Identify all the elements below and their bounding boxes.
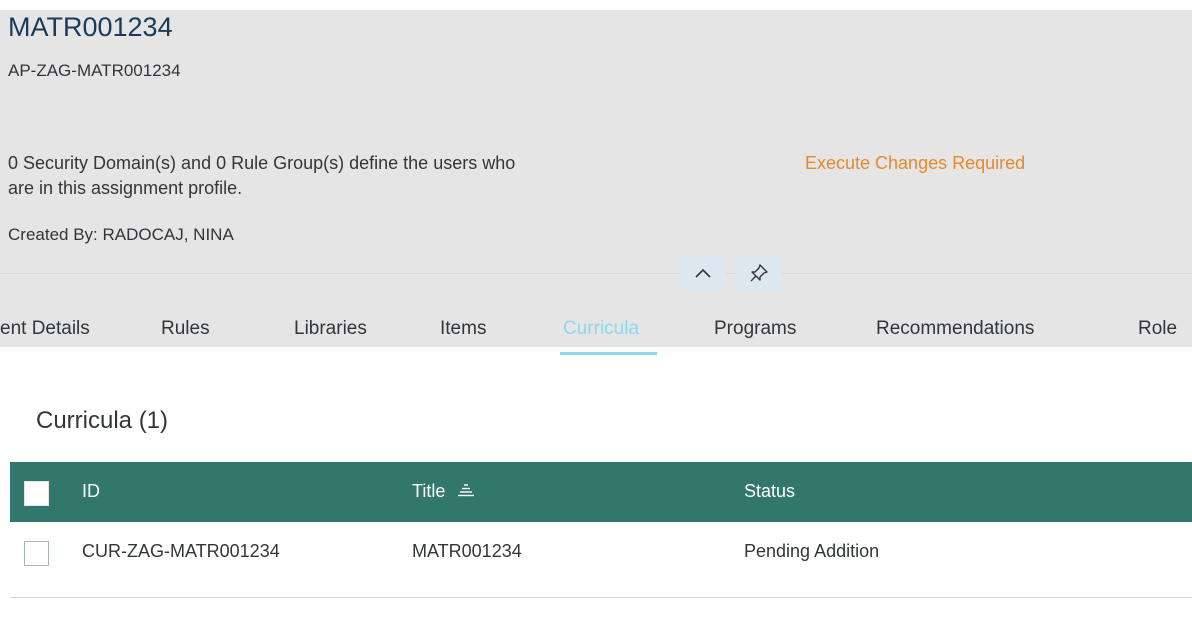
description-line-2: are in this assignment profile. bbox=[8, 178, 243, 198]
assignment-description: 0 Security Domain(s) and 0 Rule Group(s)… bbox=[8, 151, 728, 201]
tab-libraries[interactable]: Libraries bbox=[294, 318, 367, 340]
row-title: MATR001234 bbox=[412, 541, 522, 561]
column-header-title-label: Title bbox=[412, 481, 446, 501]
sort-icon[interactable] bbox=[458, 483, 475, 497]
created-by-text: Created By: RADOCAJ, NINA bbox=[8, 225, 234, 244]
active-tab-indicator bbox=[560, 352, 657, 355]
tab-programs[interactable]: Programs bbox=[714, 318, 796, 340]
table-header: ID Title Status bbox=[10, 462, 1192, 522]
pin-header-button[interactable] bbox=[736, 255, 782, 291]
header-divider bbox=[0, 273, 1192, 274]
table-row[interactable]: CUR-ZAG-MATR001234 MATR001234 Pending Ad… bbox=[10, 522, 1192, 580]
tab-assignment-details[interactable]: ent Details bbox=[0, 318, 90, 340]
tab-curricula[interactable]: Curricula bbox=[563, 318, 639, 340]
page: MATR001234 AP-ZAG-MATR001234 0 Security … bbox=[0, 0, 1192, 633]
object-header: MATR001234 AP-ZAG-MATR001234 0 Security … bbox=[0, 10, 1192, 355]
row-id: CUR-ZAG-MATR001234 bbox=[82, 541, 280, 561]
page-subtitle: AP-ZAG-MATR001234 bbox=[8, 61, 181, 80]
select-all-checkbox[interactable] bbox=[24, 481, 49, 506]
section-title: Curricula (1) bbox=[36, 407, 169, 434]
tab-recommendations[interactable]: Recommendations bbox=[876, 318, 1034, 340]
tab-role[interactable]: Role bbox=[1138, 318, 1177, 340]
row-checkbox[interactable] bbox=[24, 541, 49, 566]
column-header-id[interactable]: ID bbox=[82, 481, 100, 502]
header-toolbar bbox=[680, 255, 792, 291]
description-line-1: 0 Security Domain(s) and 0 Rule Group(s)… bbox=[8, 153, 516, 173]
tab-items[interactable]: Items bbox=[440, 318, 486, 340]
column-header-title[interactable]: Title bbox=[412, 481, 475, 502]
tab-bar: ent Details Rules Libraries Items Curric… bbox=[0, 300, 1192, 357]
table-row-divider bbox=[10, 597, 1192, 598]
page-title: MATR001234 bbox=[8, 12, 173, 42]
pin-icon bbox=[750, 264, 768, 282]
column-header-status[interactable]: Status bbox=[744, 481, 795, 502]
row-status: Pending Addition bbox=[744, 541, 880, 561]
tab-rules[interactable]: Rules bbox=[161, 318, 210, 340]
collapse-header-button[interactable] bbox=[680, 255, 726, 291]
chevron-up-icon bbox=[695, 268, 711, 278]
execute-changes-link[interactable]: Execute Changes Required bbox=[805, 151, 1025, 176]
